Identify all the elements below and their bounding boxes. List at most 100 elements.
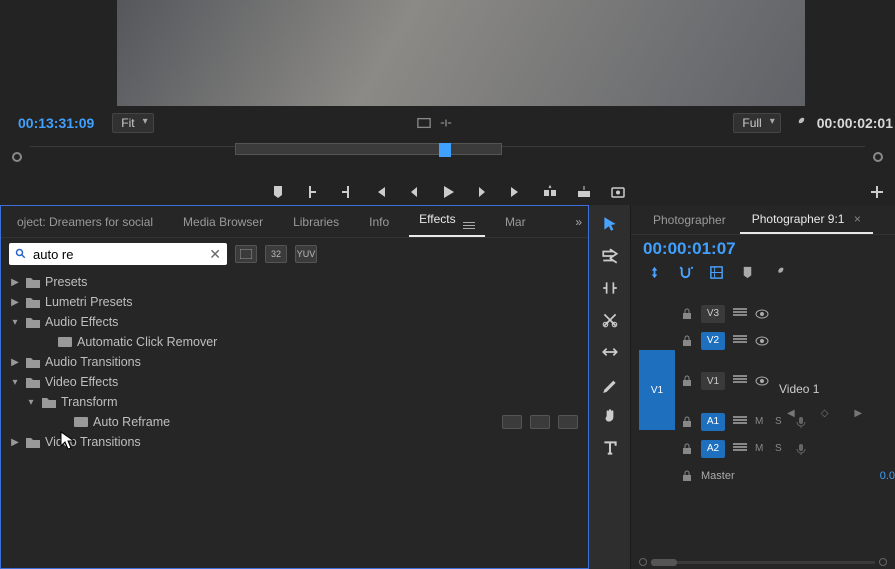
folder-icon	[25, 375, 41, 389]
32bit-badge-filter[interactable]: 32	[265, 245, 287, 263]
ripple-edit-tool-icon[interactable]	[601, 279, 619, 297]
tab-libraries[interactable]: Libraries	[283, 209, 349, 235]
lock-icon[interactable]	[681, 335, 693, 347]
eye-icon[interactable]	[755, 307, 769, 321]
effects-search-box[interactable]: ✕	[9, 243, 227, 265]
caret-down-icon: ▾	[25, 397, 37, 408]
type-tool-icon[interactable]	[601, 439, 619, 457]
mute-button[interactable]: M	[755, 443, 767, 454]
snap-icon[interactable]	[678, 265, 693, 280]
tree-lumetri-presets[interactable]: ▶ Lumetri Presets	[1, 292, 588, 312]
export-frame-icon[interactable]	[610, 184, 626, 200]
tab-sequence-2[interactable]: Photographer 9:1 ×	[740, 206, 873, 234]
track-output-icon[interactable]	[733, 375, 747, 387]
lock-icon[interactable]	[681, 416, 693, 428]
tree-automatic-click-remover[interactable]: Automatic Click Remover	[1, 332, 588, 352]
lock-icon[interactable]	[681, 443, 693, 455]
tree-presets[interactable]: ▶ Presets	[1, 272, 588, 292]
in-handle-icon[interactable]	[12, 152, 22, 162]
tree-video-effects[interactable]: ▾ Video Effects	[1, 372, 588, 392]
tree-transform[interactable]: ▾ Transform	[1, 392, 588, 412]
safe-margins-icon[interactable]	[417, 117, 431, 129]
lift-icon[interactable]	[542, 184, 558, 200]
lock-icon[interactable]	[681, 470, 693, 482]
track-select-tool-icon[interactable]	[601, 247, 619, 265]
resolution-select[interactable]: Full	[733, 113, 780, 133]
source-timecode: 00:13:31:09	[0, 115, 94, 131]
out-handle-icon[interactable]	[873, 152, 883, 162]
playhead-icon[interactable]	[439, 143, 451, 157]
track-output-icon[interactable]	[733, 416, 747, 428]
timeline-tabs: Photographer Photographer 9:1 ×	[631, 205, 895, 235]
add-marker-timeline-icon[interactable]	[740, 265, 755, 280]
folder-icon	[25, 275, 41, 289]
eye-icon[interactable]	[755, 334, 769, 348]
timeline-timecode[interactable]: 00:00:01:07	[631, 235, 895, 263]
mark-out-icon[interactable]	[338, 184, 354, 200]
tree-auto-reframe[interactable]: Auto Reframe	[1, 412, 588, 432]
keyframe-nav[interactable]: ◀◇▶	[787, 408, 862, 419]
tab-project[interactable]: oject: Dreamers for social	[7, 209, 163, 235]
folder-icon	[25, 355, 41, 369]
voice-over-icon[interactable]	[795, 443, 807, 455]
tab-sequence-1[interactable]: Photographer	[641, 207, 738, 233]
caret-right-icon: ▶	[9, 357, 21, 368]
track-a2[interactable]: A2 M S	[631, 435, 895, 462]
tab-info[interactable]: Info	[359, 209, 399, 235]
play-icon[interactable]	[440, 184, 456, 200]
hand-tool-icon[interactable]	[601, 407, 619, 425]
go-to-out-icon[interactable]	[508, 184, 524, 200]
extract-icon[interactable]	[576, 184, 592, 200]
mark-in-icon[interactable]	[304, 184, 320, 200]
timeline-zoom-scrollbar[interactable]	[639, 557, 887, 567]
search-icon	[15, 248, 27, 260]
tree-video-transitions[interactable]: ▶ Video Transitions	[1, 432, 588, 452]
slip-tool-icon[interactable]	[601, 343, 619, 361]
splice-icon[interactable]	[439, 117, 453, 129]
tree-audio-effects[interactable]: ▾ Audio Effects	[1, 312, 588, 332]
source-patch-v1[interactable]: V1	[639, 350, 675, 430]
track-master[interactable]: Master 0.0	[631, 462, 895, 489]
yuv-badge-filter[interactable]: YUV	[295, 245, 317, 263]
lock-icon[interactable]	[681, 308, 693, 320]
tab-markers[interactable]: Mar	[495, 209, 536, 235]
accelerated-badge-filter[interactable]	[235, 245, 257, 263]
effect-badges	[502, 415, 578, 429]
tab-media-browser[interactable]: Media Browser	[173, 209, 273, 235]
step-back-icon[interactable]	[406, 184, 422, 200]
step-forward-icon[interactable]	[474, 184, 490, 200]
track-output-icon[interactable]	[733, 335, 747, 347]
track-v3[interactable]: V3	[631, 300, 895, 327]
tree-audio-transitions[interactable]: ▶ Audio Transitions	[1, 352, 588, 372]
caret-right-icon: ▶	[9, 437, 21, 448]
razor-tool-icon[interactable]	[601, 311, 619, 329]
track-output-icon[interactable]	[733, 443, 747, 455]
lock-icon[interactable]	[681, 375, 693, 387]
selection-tool-icon[interactable]	[601, 215, 619, 233]
solo-button[interactable]: S	[775, 443, 787, 454]
master-volume-value[interactable]: 0.0	[880, 470, 895, 482]
monitor-timeline-bar[interactable]	[12, 142, 883, 172]
work-area-bar[interactable]	[235, 143, 502, 155]
eye-icon[interactable]	[755, 374, 769, 388]
linked-selection-icon[interactable]	[709, 265, 724, 280]
panel-menu-icon[interactable]	[463, 222, 475, 229]
add-marker-icon[interactable]	[270, 184, 286, 200]
pen-tool-icon[interactable]	[601, 375, 619, 393]
timeline-settings-icon[interactable]	[771, 265, 786, 280]
clear-search-icon[interactable]: ✕	[209, 246, 221, 263]
zoom-select[interactable]: Fit	[112, 113, 153, 133]
search-input[interactable]	[33, 247, 209, 262]
mute-button[interactable]: M	[755, 416, 767, 427]
effects-panel: oject: Dreamers for social Media Browser…	[0, 205, 589, 569]
more-tabs-icon[interactable]: »	[575, 215, 582, 229]
button-editor-icon[interactable]	[869, 184, 885, 200]
settings-wrench-icon[interactable]	[791, 115, 807, 131]
solo-button[interactable]: S	[775, 416, 787, 427]
track-output-icon[interactable]	[733, 308, 747, 320]
go-to-in-icon[interactable]	[372, 184, 388, 200]
tab-effects[interactable]: Effects	[409, 206, 485, 237]
project-panel-tabs: oject: Dreamers for social Media Browser…	[1, 206, 588, 238]
insert-mode-icon[interactable]	[647, 265, 662, 280]
transport-controls	[0, 178, 895, 206]
